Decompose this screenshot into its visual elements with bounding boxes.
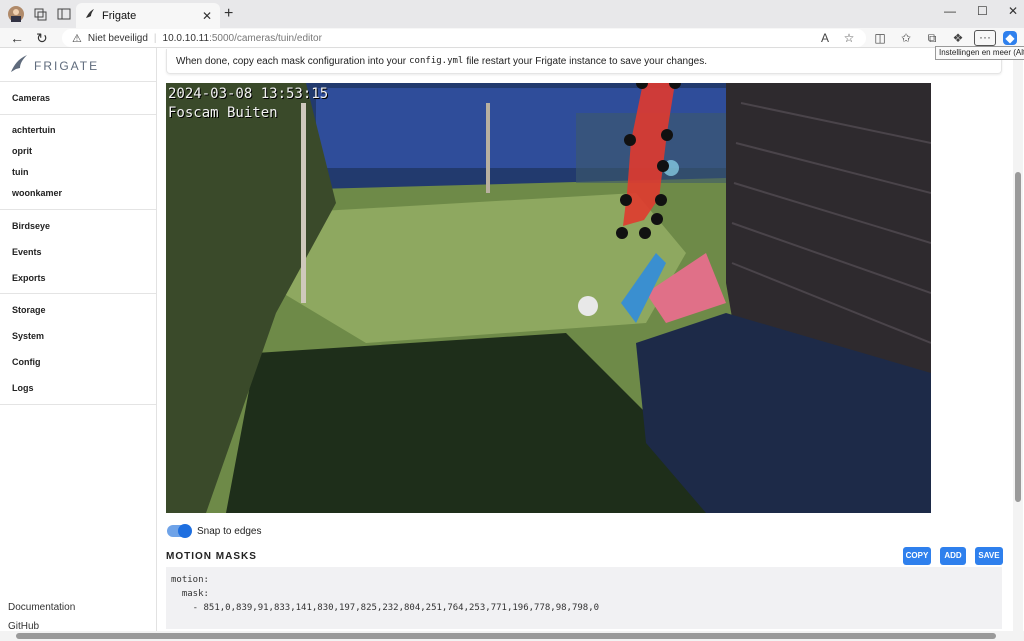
vertical-scrollbar[interactable] [1013, 48, 1023, 631]
new-tab-icon[interactable]: + [224, 6, 233, 22]
mask-handle[interactable] [657, 160, 669, 172]
osd-camera-name: Foscam Buiten [168, 105, 278, 121]
mask-handle[interactable] [616, 227, 628, 239]
nav-birdseye[interactable]: Birdseye [12, 221, 50, 231]
notice-text-end: file restart your Frigate instance to sa… [466, 55, 708, 67]
main-content: When done, copy each mask configuration … [157, 48, 1011, 631]
horizontal-scrollbar[interactable] [0, 631, 1024, 641]
nav-system[interactable]: System [12, 331, 44, 341]
tab-actions-icon[interactable] [56, 6, 72, 22]
url-host: 10.0.10.11 [162, 32, 210, 44]
frigate-logo-icon [10, 54, 28, 77]
nav-logs[interactable]: Logs [12, 383, 34, 393]
nav-config[interactable]: Config [12, 357, 41, 367]
browser-tabbar: Frigate ✕ + — ☐ ✕ [0, 0, 1024, 28]
nav-camera-tuin[interactable]: tuin [12, 167, 29, 177]
save-button[interactable]: SAVE [975, 547, 1003, 565]
notice-text-start: When done, copy each mask configuration … [176, 55, 407, 67]
favorite-star-icon[interactable]: ☆ [842, 31, 856, 45]
profile-avatar-icon[interactable] [8, 6, 24, 22]
maximize-icon[interactable]: ☐ [977, 4, 988, 18]
osd-timestamp: 2024-03-08 13:53:15 [168, 86, 329, 102]
more-options-icon[interactable]: ··· [974, 30, 996, 46]
collections-icon[interactable]: ⧉ [925, 31, 939, 45]
divider [0, 293, 156, 294]
divider [0, 114, 156, 115]
workspaces-icon[interactable] [32, 6, 48, 22]
add-button[interactable]: ADD [940, 547, 966, 565]
snap-toggle[interactable] [167, 524, 192, 538]
nav-exports[interactable]: Exports [12, 273, 46, 283]
mask-handle[interactable] [620, 194, 632, 206]
divider [0, 404, 156, 405]
copy-button[interactable]: COPY [903, 547, 931, 565]
address-toolbar: ← ↻ ⚠ Niet beveiligd | 10.0.10.11:5000/c… [0, 28, 1024, 48]
window-close-icon[interactable]: ✕ [1008, 4, 1018, 18]
snap-label: Snap to edges [197, 525, 262, 537]
divider [0, 209, 156, 210]
scroll-thumb[interactable] [1015, 172, 1021, 502]
notice-config-filename: config.yml [409, 56, 464, 66]
link-documentation[interactable]: Documentation [8, 602, 75, 613]
tooltip: Instellingen en meer (Alt+F) [935, 46, 1024, 60]
brand[interactable]: FRIGATE [10, 54, 99, 77]
url-divider: | [153, 32, 157, 44]
favorites-icon[interactable]: ✩ [899, 31, 913, 45]
toggle-knob [178, 524, 192, 538]
split-screen-icon[interactable]: ◫ [873, 31, 887, 45]
close-icon[interactable]: ✕ [202, 9, 212, 23]
nav-events[interactable]: Events [12, 247, 42, 257]
brand-name: FRIGATE [34, 58, 100, 73]
scroll-thumb[interactable] [16, 633, 996, 639]
mask-handle[interactable] [655, 194, 667, 206]
security-status: Niet beveiligd [87, 32, 148, 44]
address-field[interactable]: ⚠ Niet beveiligd | 10.0.10.11:5000/camer… [62, 29, 866, 47]
code-line: - 851,0,839,91,833,141,830,197,825,232,8… [171, 603, 600, 613]
nav-cameras[interactable]: Cameras [12, 93, 50, 103]
minimize-icon[interactable]: — [944, 4, 956, 18]
camera-snapshot[interactable]: 2024-03-08 13:53:15 Foscam Buiten [166, 83, 931, 513]
mask-handle[interactable] [624, 134, 636, 146]
frigate-favicon-icon [84, 8, 96, 23]
mask-handle[interactable] [639, 227, 651, 239]
back-icon[interactable]: ← [10, 30, 24, 46]
camera-scene [166, 83, 931, 513]
copilot-icon[interactable]: ◆ [1003, 31, 1017, 45]
refresh-icon[interactable]: ↻ [36, 30, 48, 46]
instructions-notice: When done, copy each mask configuration … [166, 49, 1002, 74]
nav-camera-woonkamer[interactable]: woonkamer [12, 188, 62, 198]
motion-masks-title: MOTION MASKS [166, 551, 257, 562]
snap-to-edges: Snap to edges [167, 524, 262, 538]
warning-icon: ⚠ [72, 32, 82, 45]
extension-icon[interactable]: ❖ [951, 31, 965, 45]
mask-handle[interactable] [651, 213, 663, 225]
code-line: motion: [171, 575, 209, 585]
code-line: mask: [171, 589, 209, 599]
nav-camera-achtertuin[interactable]: achtertuin [12, 125, 56, 135]
nav-camera-oprit[interactable]: oprit [12, 146, 32, 156]
url-path: :5000/cameras/tuin/editor [209, 32, 322, 44]
mask-handle[interactable] [661, 129, 673, 141]
tab-title: Frigate [102, 9, 137, 22]
divider [0, 81, 156, 82]
tab-frigate[interactable]: Frigate ✕ [76, 3, 220, 28]
mask-config-code[interactable]: motion: mask: - 851,0,839,91,833,141,830… [166, 567, 1002, 629]
sidebar: FRIGATE Cameras achtertuin oprit tuin wo… [0, 48, 157, 632]
nav-storage[interactable]: Storage [12, 305, 46, 315]
read-aloud-icon[interactable]: A [818, 31, 832, 45]
